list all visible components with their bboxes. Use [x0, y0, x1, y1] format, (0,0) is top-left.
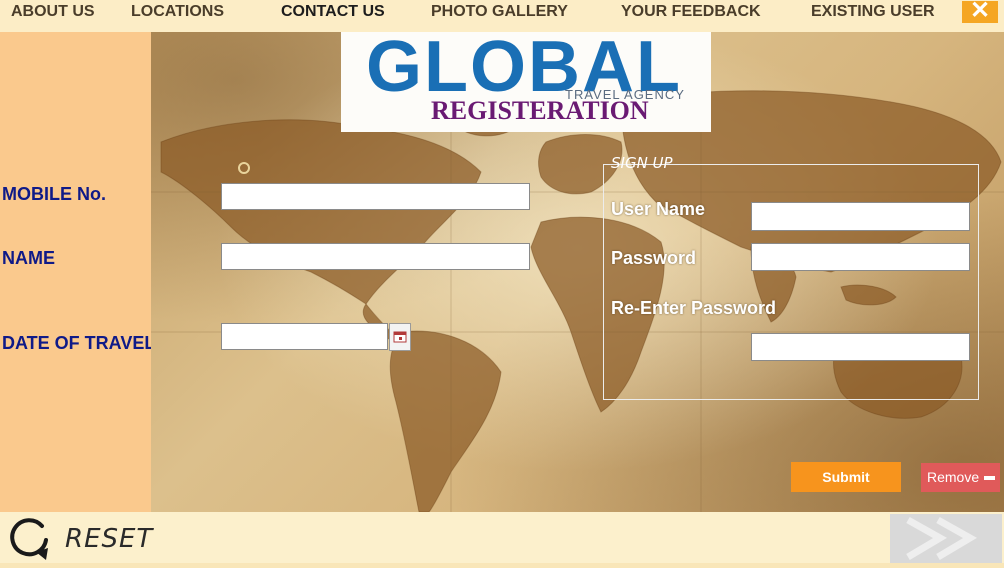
mobile-input[interactable] [221, 183, 530, 210]
date-of-travel-label: DATE OF TRAVEL [2, 333, 156, 353]
name-label: NAME [2, 248, 55, 268]
menu-contact-us[interactable]: CONTACT US [281, 3, 385, 21]
menu-locations[interactable]: LOCATIONS [131, 3, 224, 21]
reenter-password-input[interactable] [751, 333, 970, 361]
reenter-password-label: Re-Enter Password [611, 298, 777, 318]
double-chevron-right-icon [906, 516, 977, 561]
calendar-icon [393, 331, 407, 343]
password-label: Password [611, 248, 697, 268]
menu-your-feedback[interactable]: YOUR FEEDBACK [621, 3, 761, 21]
mobile-label: MOBILE No. [2, 184, 106, 204]
reset-label[interactable]: RESET [65, 524, 153, 554]
name-input[interactable] [221, 243, 530, 270]
menu-about-us[interactable]: ABOUT US [11, 3, 95, 21]
page-title: REGISTERATION [431, 96, 649, 125]
submit-button[interactable]: Submit [791, 462, 901, 492]
calendar-button[interactable] [389, 323, 411, 351]
reset-icon [10, 518, 48, 560]
username-input[interactable] [751, 202, 970, 231]
signup-legend: SIGN UP [611, 154, 673, 172]
reset-button[interactable] [8, 516, 52, 560]
close-button[interactable]: ✕ [962, 0, 998, 24]
logo-banner: GLOBAL TRAVEL AGENCY REGISTERATION [341, 27, 711, 132]
remove-button[interactable]: Remove [921, 463, 1000, 492]
menu-existing-user[interactable]: EXISTING USER [811, 3, 935, 21]
username-label: User Name [611, 199, 706, 219]
next-button[interactable] [890, 514, 1002, 563]
menu-photo-gallery[interactable]: PHOTO GALLERY [431, 3, 568, 21]
date-of-travel-input[interactable] [221, 323, 388, 350]
minus-icon [984, 476, 995, 480]
password-input[interactable] [751, 243, 970, 271]
left-panel [0, 32, 151, 512]
remove-label: Remove [927, 469, 980, 485]
close-icon: ✕ [969, 0, 991, 24]
